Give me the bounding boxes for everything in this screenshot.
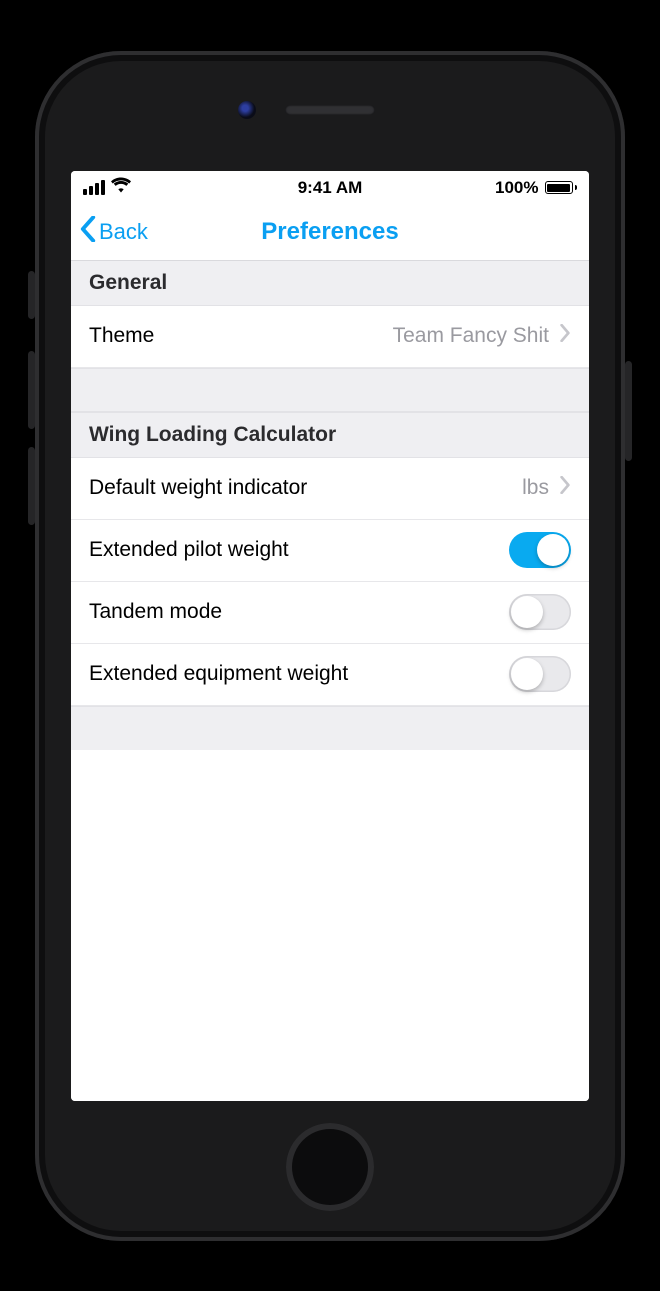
status-bar: 9:41 AM 100%: [71, 171, 589, 205]
nav-bar: Back Preferences: [71, 205, 589, 261]
volume-up: [28, 351, 35, 429]
status-time: 9:41 AM: [298, 178, 363, 198]
switch-extended-pilot-weight[interactable]: [509, 532, 571, 568]
switch-extended-equipment-weight[interactable]: [509, 656, 571, 692]
section-header-wing-loading: Wing Loading Calculator: [71, 412, 589, 458]
mute-switch: [28, 271, 35, 319]
home-button[interactable]: [286, 1123, 374, 1211]
cell-label: Theme: [89, 324, 154, 348]
cell-value: lbs: [522, 476, 549, 500]
cell-label: Extended equipment weight: [89, 662, 348, 686]
back-label: Back: [99, 219, 148, 245]
battery-icon: [545, 181, 578, 194]
cell-label: Extended pilot weight: [89, 538, 289, 562]
battery-percentage: 100%: [495, 178, 538, 198]
phone-frame: 9:41 AM 100% Back Preferences: [35, 51, 625, 1241]
cell-value: Team Fancy Shit: [393, 324, 549, 348]
cell-extended-pilot-weight: Extended pilot weight: [71, 520, 589, 582]
screen: 9:41 AM 100% Back Preferences: [71, 171, 589, 1101]
cellular-signal-icon: [83, 180, 105, 195]
chevron-left-icon: [79, 216, 97, 248]
preferences-list[interactable]: General Theme Team Fancy Shit Wing Loadi…: [71, 261, 589, 1101]
front-camera: [238, 101, 256, 119]
cell-theme[interactable]: Theme Team Fancy Shit: [71, 306, 589, 368]
cell-label: Tandem mode: [89, 600, 222, 624]
section-footer-gap: [71, 706, 589, 750]
switch-tandem-mode[interactable]: [509, 594, 571, 630]
power-button: [625, 361, 632, 461]
back-button[interactable]: Back: [71, 216, 148, 248]
chevron-right-icon: [559, 476, 571, 500]
cell-extended-equipment-weight: Extended equipment weight: [71, 644, 589, 706]
volume-down: [28, 447, 35, 525]
cell-tandem-mode: Tandem mode: [71, 582, 589, 644]
page-title: Preferences: [261, 218, 398, 246]
earpiece-speaker: [285, 105, 375, 115]
wifi-icon: [111, 177, 131, 198]
section-header-general: General: [71, 261, 589, 306]
cell-default-weight-indicator[interactable]: Default weight indicator lbs: [71, 458, 589, 520]
cell-label: Default weight indicator: [89, 476, 307, 500]
section-gap: [71, 368, 589, 412]
chevron-right-icon: [559, 324, 571, 348]
